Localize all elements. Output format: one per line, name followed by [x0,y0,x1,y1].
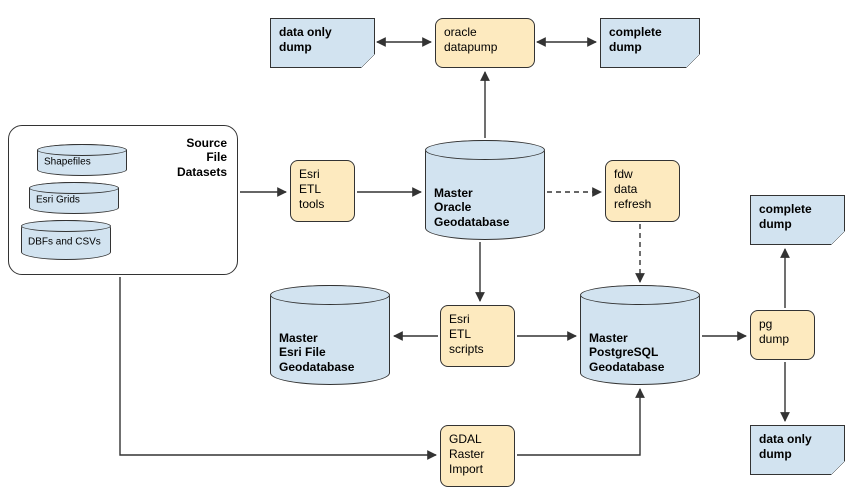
label: Raster [449,447,484,461]
db-master-postgresql-geodatabase: Master PostgreSQL Geodatabase [580,285,700,385]
label: File [206,150,227,164]
process-esri-etl-tools: Esri ETL tools [290,160,355,222]
label: data only [279,25,332,39]
label: refresh [614,197,651,211]
note-complete-dump-top: complete dump [600,18,700,68]
label: Oracle [434,200,471,214]
label: dump [759,217,792,231]
process-pg-dump: pg dump [750,310,815,360]
label: pg [759,317,772,331]
label: Geodatabase [589,360,664,374]
process-esri-etl-scripts: Esri ETL scripts [440,305,515,367]
label: dump [609,40,642,54]
label: Geodatabase [434,215,509,229]
label: GDAL [449,432,482,446]
label: ETL [449,327,471,341]
label: Geodatabase [279,360,354,374]
db-master-esri-file-geodatabase: Master Esri File Geodatabase [270,285,390,385]
label: DBFs and CSVs [28,237,101,248]
process-oracle-datapump: oracle datapump [435,18,535,68]
label: scripts [449,342,484,356]
label: complete [759,202,812,216]
label: data only [759,432,812,446]
label: dump [279,40,312,54]
label: tools [299,197,324,211]
label: data [614,182,637,196]
label: Esri File [279,345,326,359]
label: fdw [614,167,633,181]
note-data-only-dump-right: data only dump [750,425,845,475]
source-dbfs-csvs: DBFs and CSVs [21,220,111,260]
label: Esri [449,312,470,326]
note-complete-dump-right: complete dump [750,195,845,245]
db-master-oracle-geodatabase: Master Oracle Geodatabase [425,140,545,240]
process-fdw-data-refresh: fdw data refresh [605,160,680,222]
label: Master [589,331,628,345]
label: oracle [444,25,477,39]
label: PostgreSQL [589,345,658,359]
label: complete [609,25,662,39]
source-group-title: Source File Datasets [177,136,227,179]
label: Shapefiles [44,157,91,168]
note-data-only-dump-top: data only dump [270,18,375,68]
process-gdal-raster-import: GDAL Raster Import [440,425,515,487]
source-esri-grids: Esri Grids [29,182,119,214]
label: Master [279,331,318,345]
label: Source [186,136,227,150]
label: dump [759,332,789,346]
diagram-canvas: Source File Datasets Shapefiles Esri Gri… [0,0,854,503]
label: Esri [299,167,320,181]
label: Import [449,462,483,476]
source-shapefiles: Shapefiles [37,144,127,176]
source-file-datasets-group: Source File Datasets Shapefiles Esri Gri… [8,125,238,275]
label: ETL [299,182,321,196]
label: datapump [444,40,497,54]
label: Datasets [177,165,227,179]
label: dump [759,447,792,461]
label: Esri Grids [36,195,80,206]
label: Master [434,186,473,200]
